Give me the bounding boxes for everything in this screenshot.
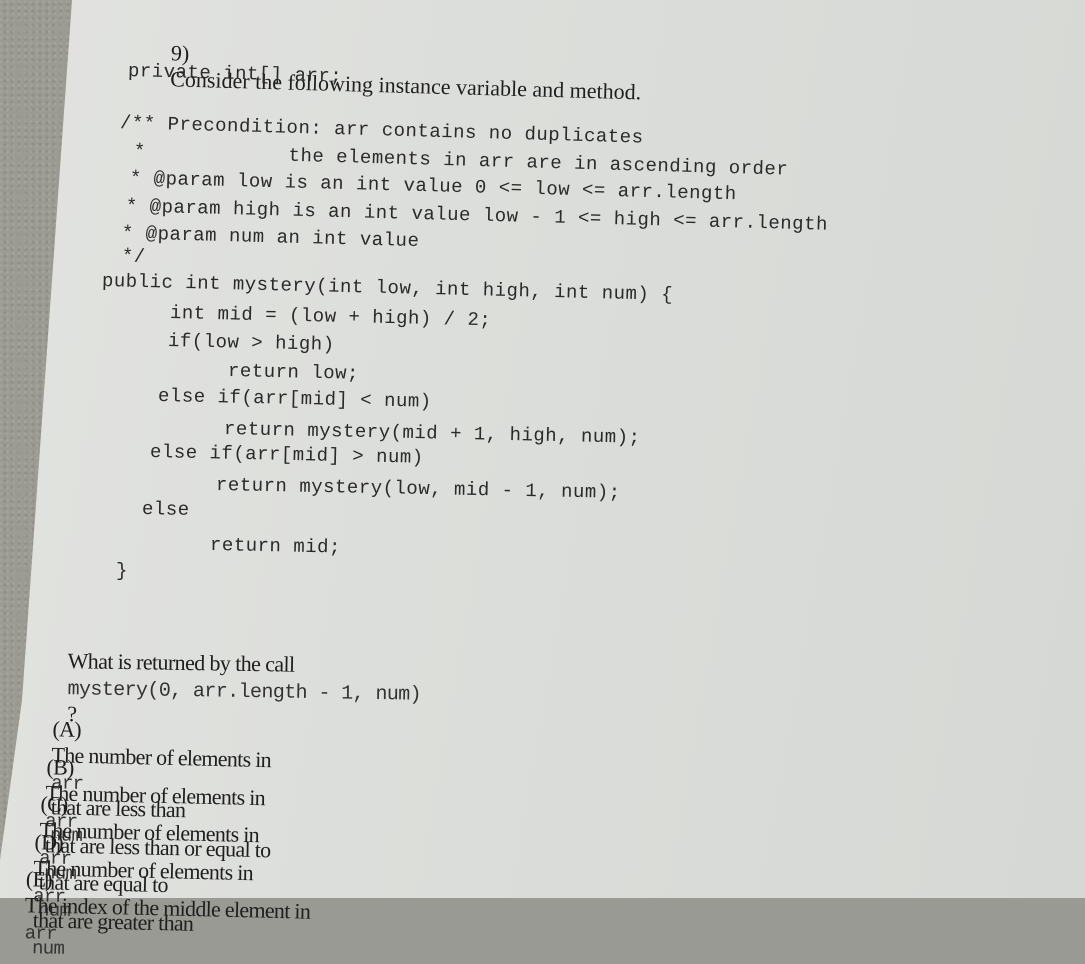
option-code: arr xyxy=(24,922,58,945)
option-text: The index of the middle element in xyxy=(24,892,311,924)
question-header: 9) Consider the following instance varia… xyxy=(159,14,643,105)
closing-brace: } xyxy=(116,560,128,582)
code-line: return mid; xyxy=(209,534,342,559)
code-line: return low; xyxy=(227,360,360,385)
code-line: if(low > high) xyxy=(167,330,335,356)
option-e[interactable]: (E) The index of the middle element in a… xyxy=(15,840,312,951)
prompt-text: What is returned by the call xyxy=(67,648,295,677)
code-line: else xyxy=(141,498,190,521)
comment-line: */ xyxy=(109,245,146,268)
option-label: (E) xyxy=(25,866,53,892)
